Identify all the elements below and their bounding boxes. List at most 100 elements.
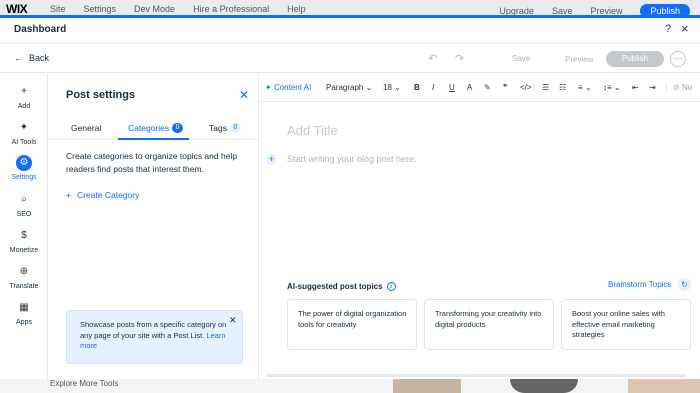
align-icon[interactable]: ≡ ⌄ — [578, 83, 592, 92]
post-editor: ✦ Content AI Paragraph ⌄ 18 ⌄ B I U A ✎ … — [260, 74, 700, 379]
paragraph-select[interactable]: Paragraph ⌄ — [326, 83, 372, 92]
help-icon[interactable]: ? — [665, 23, 671, 35]
text-color-icon[interactable]: A — [467, 83, 472, 92]
create-category-button[interactable]: + Create Category — [66, 190, 139, 200]
rail-label: Translate — [9, 283, 39, 290]
gear-icon: ⚙ — [16, 155, 32, 171]
brainstorm-topics-link[interactable]: Brainstorm Topics — [608, 280, 671, 289]
quote-icon[interactable]: ❞ — [503, 83, 507, 92]
menu-site[interactable]: Site — [50, 4, 66, 14]
highlight-icon[interactable]: ✎ — [484, 83, 491, 92]
clear-format-label: No — [681, 83, 693, 92]
menu-settings[interactable]: Settings — [84, 4, 117, 14]
clear-format-button[interactable]: ⊘ No — [673, 83, 692, 92]
background-image — [393, 379, 461, 393]
search-icon: ⌕ — [21, 194, 27, 205]
topic-text: The power of digital organization tools … — [298, 309, 407, 329]
italic-icon[interactable]: I — [432, 83, 434, 92]
wix-editor-bar: WIX Site Settings Dev Mode Hire a Profes… — [0, 0, 700, 16]
topic-text: Transforming your creativity into digita… — [435, 309, 542, 329]
sparkle-icon: ✦ — [265, 83, 272, 92]
rail-label: Add — [17, 103, 31, 110]
ai-suggestions-heading: AI-suggested post topics i — [287, 282, 396, 291]
info-text: Showcase posts from a specific category … — [80, 320, 230, 352]
rail-label: Settings — [11, 174, 37, 181]
plus-icon: + — [66, 190, 71, 200]
more-actions-button[interactable]: ··· — [670, 51, 686, 67]
rail-item-add[interactable]: + Add — [0, 84, 48, 110]
settings-tabs: General Categories 0 Tags 0 — [49, 116, 259, 140]
panel-title: Post settings — [66, 89, 136, 101]
rail-label: Apps — [16, 319, 32, 326]
rail-label: Monetize — [9, 247, 39, 254]
active-tab-indicator — [118, 138, 189, 140]
background-page-strip: Explore More Tools — [0, 379, 700, 393]
arrow-left-icon: ← — [14, 53, 23, 63]
rail-item-monetize[interactable]: $ Monetize — [0, 228, 48, 254]
close-icon[interactable]: ✕ — [239, 88, 249, 102]
refresh-icon[interactable]: ↻ — [678, 278, 691, 291]
ai-suggestions-title: AI-suggested post topics — [287, 282, 383, 291]
underline-icon[interactable]: U — [449, 83, 455, 92]
code-icon[interactable]: </> — [520, 83, 532, 92]
close-icon[interactable]: × — [681, 21, 689, 36]
menu-help[interactable]: Help — [287, 4, 306, 14]
separator: | — [533, 83, 536, 92]
bold-icon[interactable]: B — [414, 83, 420, 92]
tab-label: Tags — [209, 123, 227, 133]
paragraph-label: Paragraph — [326, 83, 364, 92]
separator: | — [665, 83, 668, 92]
rail-item-translate[interactable]: ⊕ Translate — [0, 264, 48, 290]
menu-hire[interactable]: Hire a Professional — [193, 4, 269, 14]
topic-card[interactable]: Transforming your creativity into digita… — [424, 299, 554, 350]
content-ai-label: Content AI — [273, 83, 312, 92]
plus-icon: + — [21, 86, 27, 97]
tab-categories[interactable]: Categories 0 — [128, 123, 184, 133]
dollar-icon: $ — [21, 230, 27, 241]
count-badge: 0 — [172, 123, 184, 133]
categories-description: Create categories to organize topics and… — [66, 151, 238, 174]
numbered-list-icon[interactable]: ☰ — [542, 83, 549, 92]
redo-icon[interactable]: ↷ — [455, 52, 464, 65]
preview-button[interactable]: Preview — [565, 55, 593, 64]
save-button[interactable]: Save — [512, 54, 530, 63]
count-badge: 0 — [229, 123, 241, 133]
tab-label: General — [71, 123, 102, 133]
back-button[interactable]: ← Back — [14, 53, 49, 63]
topic-card[interactable]: Boost your online sales with effective e… — [561, 299, 691, 350]
close-icon[interactable]: ✕ — [229, 315, 237, 326]
rail-item-seo[interactable]: ⌕ SEO — [0, 192, 48, 218]
left-rail: + Add ✦ AI Tools ⚙ Settings ⌕ SEO $ Mone… — [0, 74, 48, 379]
tab-general[interactable]: General — [71, 123, 101, 133]
topic-card[interactable]: The power of digital organization tools … — [287, 299, 417, 350]
info-text-body: Showcase posts from a specific category … — [80, 320, 227, 340]
content-ai-button[interactable]: ✦ Content AI — [265, 83, 311, 92]
body-input[interactable]: Start writing your blog post here. — [287, 154, 417, 164]
title-input[interactable]: Add Title — [287, 123, 338, 138]
editor-menu: Site Settings Dev Mode Hire a Profession… — [50, 4, 306, 14]
globe-icon: ⊕ — [19, 266, 29, 277]
post-list-info-box: Showcase posts from a specific category … — [66, 310, 243, 364]
indent-icon[interactable]: ⇥ — [649, 83, 656, 92]
background-image — [510, 379, 578, 393]
horizontal-scrollbar[interactable] — [266, 374, 686, 377]
rail-item-settings[interactable]: ⚙ Settings — [0, 155, 48, 181]
bulleted-list-icon[interactable]: ☷ — [559, 83, 566, 92]
undo-icon[interactable]: ↶ — [428, 52, 437, 65]
add-block-icon[interactable]: + — [266, 154, 277, 165]
outdent-icon[interactable]: ⇤ — [632, 83, 639, 92]
apps-icon: ▦ — [19, 302, 29, 313]
font-size-select[interactable]: 18 ⌄ — [383, 83, 401, 92]
font-size-value: 18 — [383, 83, 392, 92]
publish-button[interactable]: Publish — [606, 51, 664, 67]
rail-item-apps[interactable]: ▦ Apps — [0, 300, 48, 326]
background-image — [628, 379, 700, 393]
sparkle-icon: ✦ — [19, 122, 29, 133]
topic-text: Boost your online sales with effective e… — [572, 309, 665, 339]
menu-dev-mode[interactable]: Dev Mode — [134, 4, 175, 14]
tab-tags[interactable]: Tags 0 — [209, 123, 241, 133]
line-spacing-icon[interactable]: ↕≡ ⌄ — [603, 83, 621, 92]
rail-item-ai-tools[interactable]: ✦ AI Tools — [0, 120, 48, 146]
chevron-down-icon: ⌄ — [365, 83, 373, 92]
info-icon[interactable]: i — [386, 282, 396, 291]
